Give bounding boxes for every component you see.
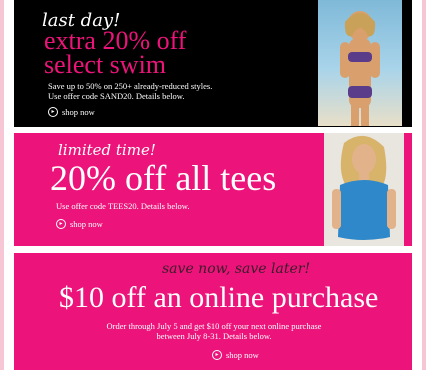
- play-circle-icon: ▸: [212, 350, 222, 360]
- banner-copy: Order through July 5 and get $10 off you…: [106, 321, 322, 341]
- banner-copy: Save up to 50% on 250+ already-reduced s…: [48, 81, 213, 101]
- banner-headline: 20% off all tees: [50, 158, 277, 198]
- online-purchase-banner[interactable]: save now, save later! $10 off an online …: [14, 253, 412, 370]
- shop-now-link[interactable]: ▸ shop now: [48, 107, 95, 117]
- play-circle-icon: ▸: [56, 219, 66, 229]
- play-circle-icon: ▸: [48, 107, 58, 117]
- swimsuit-model-photo: [318, 0, 402, 126]
- swim-banner[interactable]: last day! extra 20% off select swim Save…: [14, 0, 412, 127]
- tee-model-photo: [324, 133, 404, 246]
- banner-script-text: save now, save later!: [162, 261, 311, 277]
- banner-copy: Use offer code TEES20. Details below.: [56, 201, 190, 211]
- banner-headline: $10 off an online purchase: [59, 281, 379, 314]
- tees-banner[interactable]: limited time! 20% off all tees Use offer…: [14, 133, 412, 246]
- shop-now-link[interactable]: ▸ shop now: [56, 219, 103, 229]
- banner-headline-2: select swim: [44, 50, 167, 79]
- banner-script-text: limited time!: [58, 141, 156, 159]
- shop-now-link[interactable]: ▸ shop now: [212, 350, 259, 360]
- email-page: last day! extra 20% off select swim Save…: [4, 0, 422, 370]
